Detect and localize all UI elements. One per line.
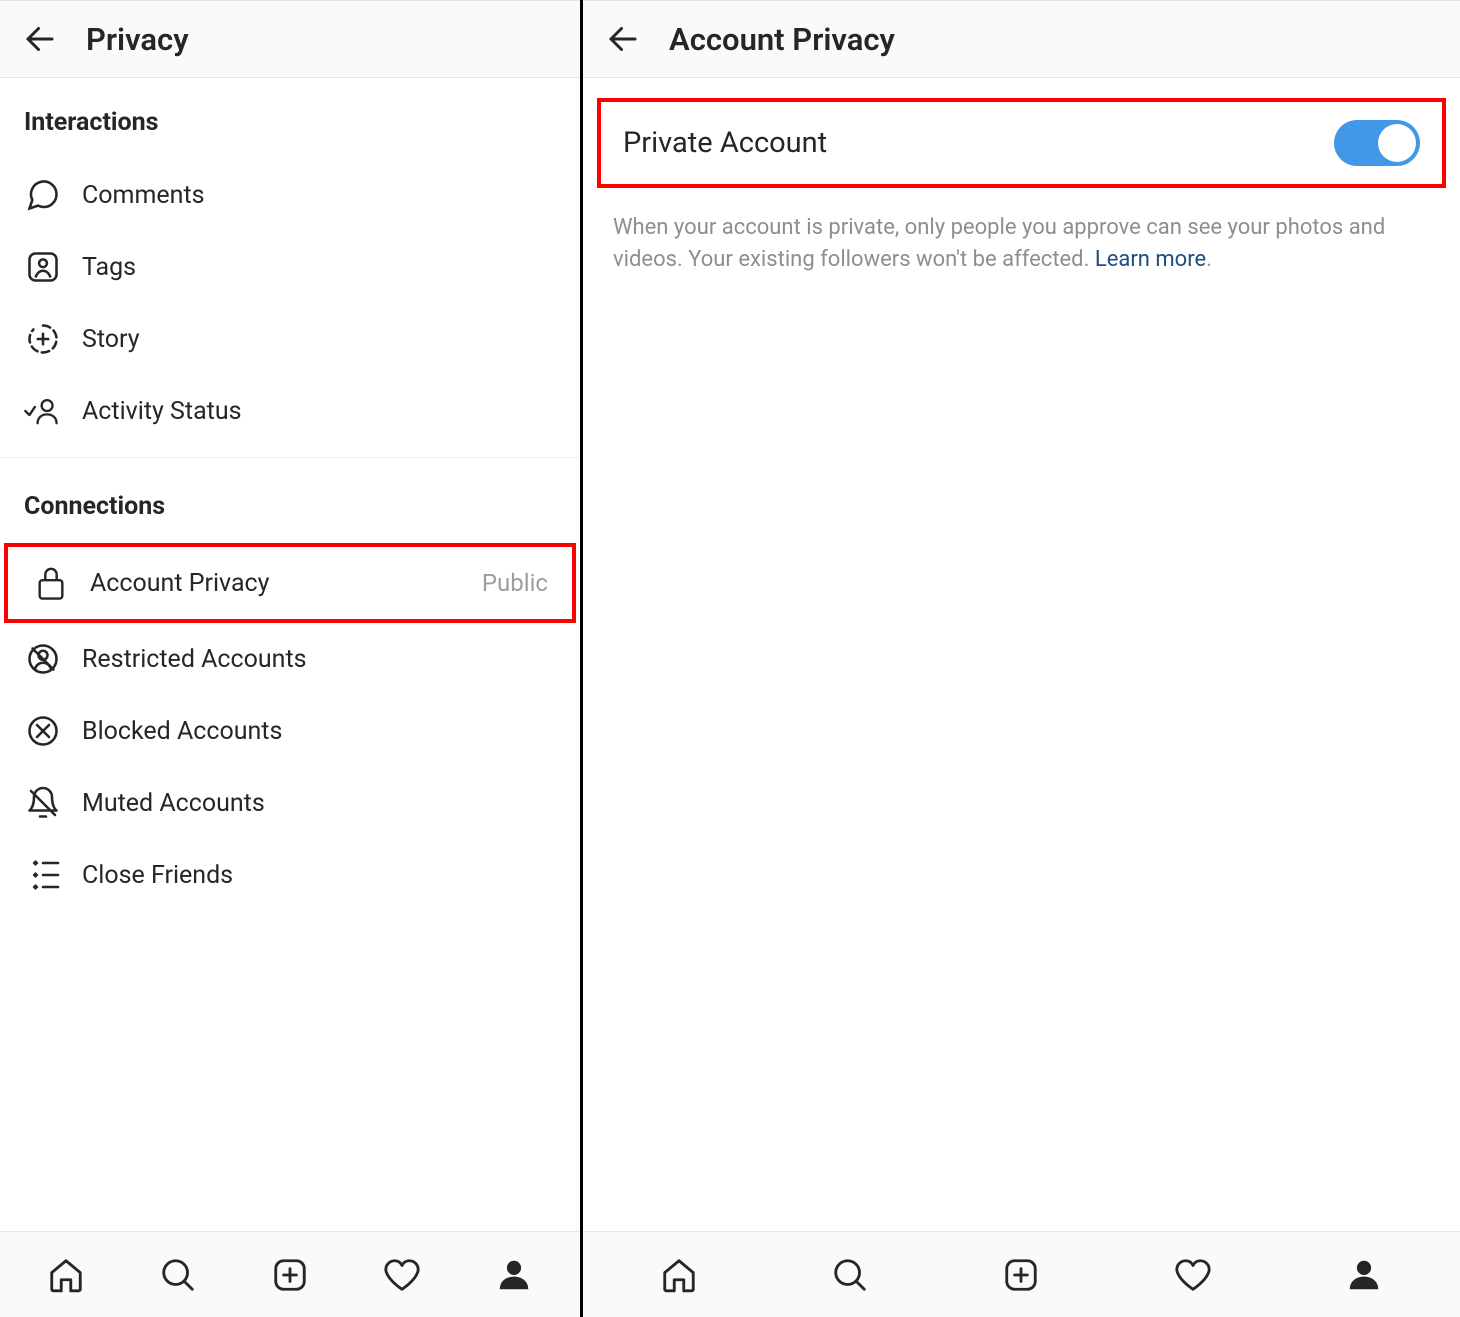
item-label: Close Friends: [82, 861, 556, 890]
profile-icon: [1345, 1256, 1383, 1294]
nav-profile[interactable]: [1340, 1251, 1388, 1299]
blocked-icon: [24, 712, 62, 750]
nav-profile[interactable]: [490, 1251, 538, 1299]
nav-new-post[interactable]: [266, 1251, 314, 1299]
page-title: Account Privacy: [669, 21, 895, 58]
item-restricted-accounts[interactable]: Restricted Accounts: [0, 623, 580, 695]
item-blocked-accounts[interactable]: Blocked Accounts: [0, 695, 580, 767]
highlight-account-privacy: Account Privacy Public: [4, 543, 576, 623]
header-bar: Privacy: [0, 0, 580, 78]
item-label: Activity Status: [82, 397, 556, 426]
search-icon: [831, 1256, 869, 1294]
restricted-icon: [24, 640, 62, 678]
heart-icon: [382, 1256, 422, 1294]
item-close-friends[interactable]: Close Friends: [0, 839, 580, 911]
back-button[interactable]: [601, 17, 645, 61]
lock-icon: [32, 564, 70, 602]
activity-status-icon: [24, 392, 62, 430]
comments-icon: [24, 176, 62, 214]
nav-new-post[interactable]: [997, 1251, 1045, 1299]
item-activity-status[interactable]: Activity Status: [0, 375, 580, 447]
close-friends-icon: [24, 856, 62, 894]
item-label: Restricted Accounts: [82, 645, 556, 674]
item-label: Muted Accounts: [82, 789, 556, 818]
item-label: Blocked Accounts: [82, 717, 556, 746]
account-privacy-screen: Account Privacy Private Account When you…: [583, 0, 1460, 1317]
plus-square-icon: [271, 1256, 309, 1294]
privacy-screen: Privacy Interactions Comments Tags: [0, 0, 583, 1317]
back-button[interactable]: [18, 17, 62, 61]
bottom-nav: [0, 1231, 580, 1317]
nav-home[interactable]: [655, 1251, 703, 1299]
item-label: Story: [82, 325, 556, 354]
page-title: Privacy: [86, 21, 189, 58]
private-account-description: When your account is private, only peopl…: [583, 188, 1460, 276]
divider: [0, 457, 580, 458]
section-header-connections: Connections: [0, 462, 580, 543]
story-icon: [24, 320, 62, 358]
learn-more-link[interactable]: Learn more: [1095, 247, 1206, 272]
nav-search[interactable]: [826, 1251, 874, 1299]
private-account-label: Private Account: [623, 126, 1334, 160]
plus-square-icon: [1002, 1256, 1040, 1294]
header-bar: Account Privacy: [583, 0, 1460, 78]
item-story[interactable]: Story: [0, 303, 580, 375]
nav-activity[interactable]: [1169, 1251, 1217, 1299]
muted-icon: [24, 784, 62, 822]
private-account-row: Private Account: [597, 98, 1446, 188]
profile-icon: [495, 1256, 533, 1294]
item-trailing-value: Public: [482, 569, 548, 597]
heart-icon: [1173, 1256, 1213, 1294]
description-period: .: [1206, 247, 1212, 272]
home-icon: [660, 1256, 698, 1294]
description-text: When your account is private, only peopl…: [613, 215, 1385, 272]
nav-home[interactable]: [42, 1251, 90, 1299]
nav-activity[interactable]: [378, 1251, 426, 1299]
item-comments[interactable]: Comments: [0, 159, 580, 231]
item-account-privacy[interactable]: Account Privacy Public: [8, 547, 572, 619]
tags-icon: [24, 248, 62, 286]
toggle-knob: [1378, 124, 1416, 162]
back-arrow-icon: [605, 21, 641, 57]
item-label: Account Privacy: [90, 569, 482, 598]
private-account-toggle[interactable]: [1334, 120, 1420, 166]
home-icon: [47, 1256, 85, 1294]
item-label: Comments: [82, 181, 556, 210]
nav-search[interactable]: [154, 1251, 202, 1299]
bottom-nav: [583, 1231, 1460, 1317]
section-header-interactions: Interactions: [0, 78, 580, 159]
item-muted-accounts[interactable]: Muted Accounts: [0, 767, 580, 839]
item-tags[interactable]: Tags: [0, 231, 580, 303]
privacy-content: Interactions Comments Tags Story: [0, 78, 580, 1231]
item-label: Tags: [82, 253, 556, 282]
search-icon: [159, 1256, 197, 1294]
back-arrow-icon: [22, 21, 58, 57]
account-privacy-content: Private Account When your account is pri…: [583, 78, 1460, 1231]
